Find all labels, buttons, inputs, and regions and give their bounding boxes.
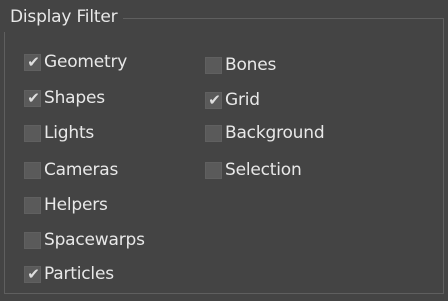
checkmark-icon: ✔ bbox=[27, 264, 40, 283]
checkbox[interactable]: ✔ bbox=[24, 52, 41, 71]
checkbox[interactable]: ✔ bbox=[24, 264, 41, 283]
checkmark-icon bbox=[26, 124, 41, 142]
checkmark-icon bbox=[207, 124, 222, 142]
filter-cameras[interactable]: Cameras bbox=[24, 155, 118, 185]
option-label: Selection bbox=[225, 160, 302, 180]
filter-particles[interactable]: ✔ Particles bbox=[24, 259, 114, 289]
filter-geometry[interactable]: ✔ Geometry bbox=[24, 47, 127, 77]
option-label: Spacewarps bbox=[44, 230, 145, 250]
checkmark-icon bbox=[26, 231, 41, 249]
filter-spacewarps[interactable]: Spacewarps bbox=[24, 225, 145, 255]
checkbox[interactable]: ✔ bbox=[24, 88, 41, 107]
option-label: Particles bbox=[44, 264, 114, 284]
checkmark-icon: ✔ bbox=[27, 88, 40, 107]
checkbox[interactable] bbox=[24, 231, 41, 249]
option-label: Cameras bbox=[44, 160, 119, 180]
checkmark-icon bbox=[207, 161, 222, 179]
filter-selection[interactable]: Selection bbox=[205, 155, 302, 185]
checkbox[interactable] bbox=[205, 124, 222, 142]
option-label: Geometry bbox=[44, 52, 128, 72]
display-filter-panel: Display Filter ✔ Geometry ✔ Shapes Light… bbox=[0, 0, 448, 301]
filter-shapes[interactable]: ✔ Shapes bbox=[24, 83, 105, 113]
filter-grid[interactable]: ✔ Grid bbox=[205, 85, 260, 115]
checkmark-icon: ✔ bbox=[27, 52, 40, 71]
option-label: Shapes bbox=[44, 88, 105, 108]
checkmark-icon bbox=[26, 196, 41, 214]
filter-helpers[interactable]: Helpers bbox=[24, 190, 108, 220]
filter-lights[interactable]: Lights bbox=[24, 118, 94, 148]
checkbox[interactable] bbox=[205, 161, 222, 179]
checkbox[interactable]: ✔ bbox=[205, 90, 222, 109]
option-label: Background bbox=[225, 123, 325, 143]
checkbox[interactable] bbox=[24, 124, 41, 142]
checkbox[interactable] bbox=[24, 196, 41, 214]
filter-background[interactable]: Background bbox=[205, 118, 325, 148]
option-label: Bones bbox=[225, 55, 277, 75]
filter-bones[interactable]: Bones bbox=[205, 50, 276, 80]
option-label: Grid bbox=[225, 90, 260, 110]
checkmark-icon bbox=[26, 161, 41, 179]
option-label: Helpers bbox=[44, 195, 108, 215]
option-label: Lights bbox=[44, 123, 95, 143]
checkbox[interactable] bbox=[205, 56, 222, 74]
panel-title: Display Filter bbox=[4, 2, 124, 32]
checkmark-icon bbox=[207, 56, 222, 74]
checkmark-icon: ✔ bbox=[208, 90, 221, 109]
checkbox[interactable] bbox=[24, 161, 41, 179]
